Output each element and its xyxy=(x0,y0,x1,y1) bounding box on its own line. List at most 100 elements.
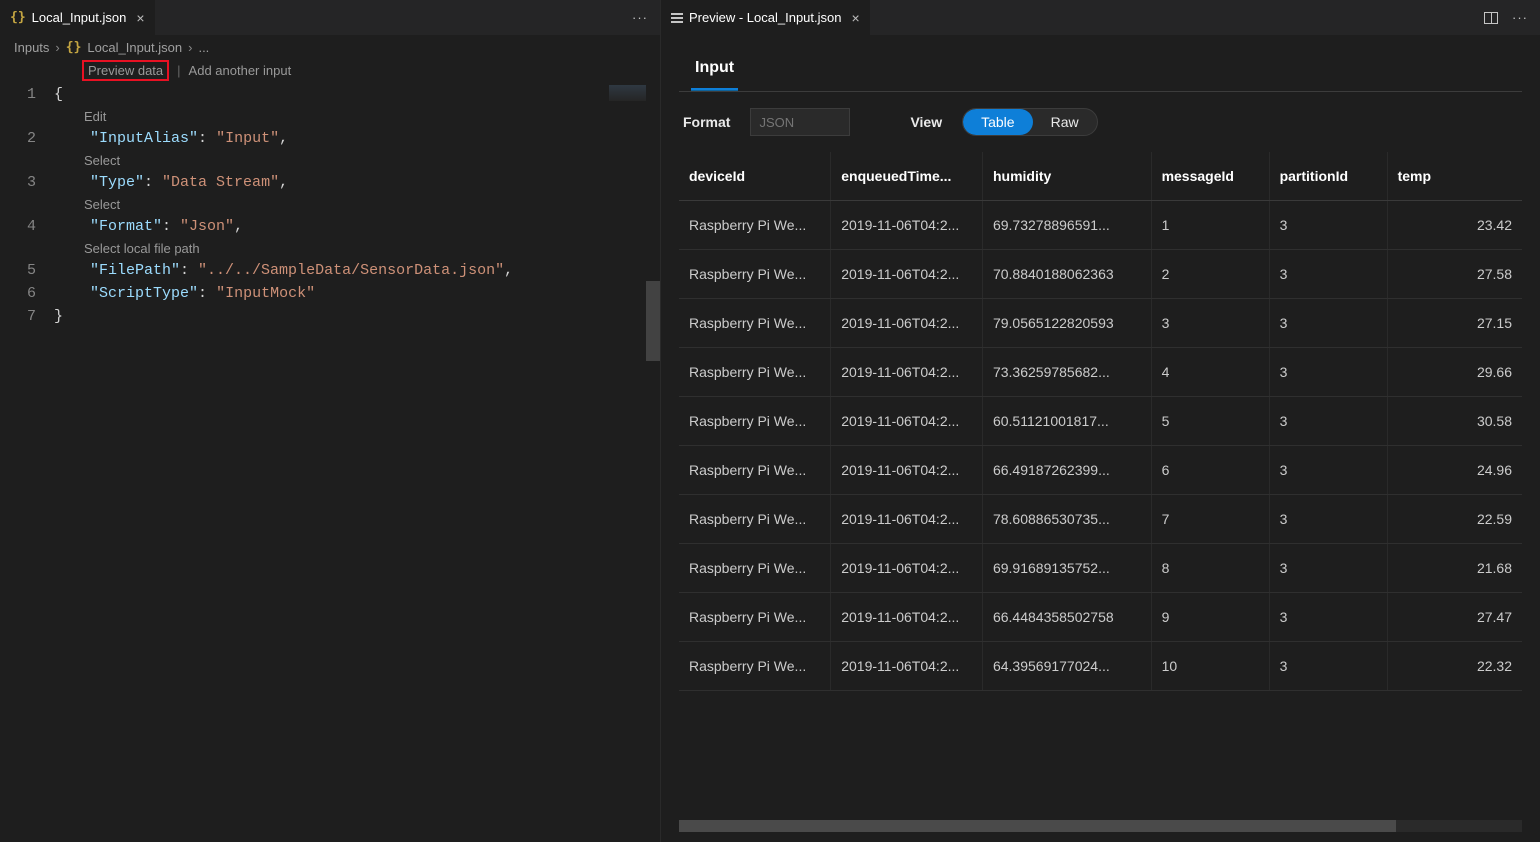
codelens-separator: | xyxy=(177,63,180,78)
inlay-hint: Select xyxy=(54,194,660,215)
codelens-preview-data[interactable]: Preview data xyxy=(82,60,169,81)
cell-partitionid: 3 xyxy=(1269,495,1387,544)
code-body[interactable]: { Edit "InputAlias": "Input", Select "Ty… xyxy=(54,81,660,842)
breadcrumb-seg[interactable]: Local_Input.json xyxy=(87,40,182,55)
editor-tabbar-actions: ··· xyxy=(620,0,660,35)
col-messageid[interactable]: messageId xyxy=(1151,152,1269,201)
cell-partitionid: 3 xyxy=(1269,397,1387,446)
close-icon[interactable]: × xyxy=(136,10,144,26)
cell-messageid: 4 xyxy=(1151,348,1269,397)
table-row[interactable]: Raspberry Pi We...2019-11-06T04:2...64.3… xyxy=(679,642,1522,691)
preview-tabbar-actions: ··· xyxy=(1472,0,1540,35)
cell-deviceid: Raspberry Pi We... xyxy=(679,397,831,446)
cell-deviceid: Raspberry Pi We... xyxy=(679,446,831,495)
cell-temp: 27.47 xyxy=(1387,593,1522,642)
overview-ruler[interactable] xyxy=(646,81,660,842)
col-enqueuedtime[interactable]: enqueuedTime... xyxy=(831,152,983,201)
cell-messageid: 3 xyxy=(1151,299,1269,348)
breadcrumb-seg[interactable]: Inputs xyxy=(14,40,49,55)
scrollbar-thumb[interactable] xyxy=(679,820,1396,832)
table-row[interactable]: Raspberry Pi We...2019-11-06T04:2...60.5… xyxy=(679,397,1522,446)
cell-temp: 24.96 xyxy=(1387,446,1522,495)
table-row[interactable]: Raspberry Pi We...2019-11-06T04:2...69.9… xyxy=(679,544,1522,593)
cell-enqueuedtime: 2019-11-06T04:2... xyxy=(831,642,983,691)
cell-humidity: 79.0565122820593 xyxy=(982,299,1151,348)
breadcrumb[interactable]: Inputs › {} Local_Input.json › ... xyxy=(0,35,660,59)
cell-humidity: 69.73278896591... xyxy=(982,201,1151,250)
cell-deviceid: Raspberry Pi We... xyxy=(679,593,831,642)
preview-pane: Preview - Local_Input.json × ··· Input F… xyxy=(660,0,1540,842)
cell-deviceid: Raspberry Pi We... xyxy=(679,495,831,544)
tab-input[interactable]: Input xyxy=(691,51,738,91)
breadcrumb-seg[interactable]: ... xyxy=(198,40,209,55)
cell-messageid: 10 xyxy=(1151,642,1269,691)
code-editor[interactable]: 1 2 3 4 5 6 7 { Edit "InputAlias": "Inpu… xyxy=(0,81,660,842)
col-humidity[interactable]: humidity xyxy=(982,152,1151,201)
cell-enqueuedtime: 2019-11-06T04:2... xyxy=(831,544,983,593)
cell-partitionid: 3 xyxy=(1269,201,1387,250)
view-raw-button[interactable]: Raw xyxy=(1033,109,1097,135)
cell-humidity: 64.39569177024... xyxy=(982,642,1151,691)
cell-messageid: 7 xyxy=(1151,495,1269,544)
cell-deviceid: Raspberry Pi We... xyxy=(679,544,831,593)
horizontal-scrollbar[interactable] xyxy=(679,820,1522,832)
cell-temp: 21.68 xyxy=(1387,544,1522,593)
format-input[interactable] xyxy=(750,108,850,136)
json-file-icon: {} xyxy=(66,40,82,55)
table-row[interactable]: Raspberry Pi We...2019-11-06T04:2...73.3… xyxy=(679,348,1522,397)
cell-enqueuedtime: 2019-11-06T04:2... xyxy=(831,397,983,446)
tab-local-input-json[interactable]: {} Local_Input.json × xyxy=(0,0,156,35)
preview-inner-tabs: Input xyxy=(679,51,1522,92)
split-editor-icon[interactable] xyxy=(1484,12,1498,24)
cell-deviceid: Raspberry Pi We... xyxy=(679,642,831,691)
close-icon[interactable]: × xyxy=(851,10,859,26)
col-temp[interactable]: temp xyxy=(1387,152,1522,201)
cell-partitionid: 3 xyxy=(1269,642,1387,691)
cell-enqueuedtime: 2019-11-06T04:2... xyxy=(831,593,983,642)
more-actions-icon[interactable]: ··· xyxy=(632,10,648,25)
table-row[interactable]: Raspberry Pi We...2019-11-06T04:2...70.8… xyxy=(679,250,1522,299)
cell-enqueuedtime: 2019-11-06T04:2... xyxy=(831,446,983,495)
codelens-row: Preview data | Add another input xyxy=(0,59,660,81)
scrollbar-thumb[interactable] xyxy=(646,281,660,361)
cell-temp: 22.59 xyxy=(1387,495,1522,544)
cell-temp: 30.58 xyxy=(1387,397,1522,446)
inlay-hint: Select local file path xyxy=(54,238,660,259)
tab-preview[interactable]: Preview - Local_Input.json × xyxy=(661,0,871,35)
format-label: Format xyxy=(683,114,730,130)
cell-humidity: 60.51121001817... xyxy=(982,397,1151,446)
table-header-row: deviceId enqueuedTime... humidity messag… xyxy=(679,152,1522,201)
codelens-add-another-input[interactable]: Add another input xyxy=(189,63,292,78)
tab-label: Preview - Local_Input.json xyxy=(689,10,841,25)
cell-partitionid: 3 xyxy=(1269,348,1387,397)
col-partitionid[interactable]: partitionId xyxy=(1269,152,1387,201)
more-actions-icon[interactable]: ··· xyxy=(1512,10,1528,25)
data-table: deviceId enqueuedTime... humidity messag… xyxy=(679,152,1522,691)
cell-humidity: 70.8840188062363 xyxy=(982,250,1151,299)
chevron-right-icon: › xyxy=(188,40,192,55)
data-table-wrap[interactable]: deviceId enqueuedTime... humidity messag… xyxy=(679,152,1522,816)
view-table-button[interactable]: Table xyxy=(963,109,1032,135)
cell-enqueuedtime: 2019-11-06T04:2... xyxy=(831,250,983,299)
table-row[interactable]: Raspberry Pi We...2019-11-06T04:2...78.6… xyxy=(679,495,1522,544)
cell-partitionid: 3 xyxy=(1269,544,1387,593)
cell-humidity: 73.36259785682... xyxy=(982,348,1151,397)
view-label: View xyxy=(910,114,942,130)
json-file-icon: {} xyxy=(10,10,26,25)
table-row[interactable]: Raspberry Pi We...2019-11-06T04:2...66.4… xyxy=(679,446,1522,495)
inlay-hint: Edit xyxy=(54,106,660,127)
editor-pane: {} Local_Input.json × ··· Inputs › {} Lo… xyxy=(0,0,660,842)
table-row[interactable]: Raspberry Pi We...2019-11-06T04:2...66.4… xyxy=(679,593,1522,642)
cell-messageid: 1 xyxy=(1151,201,1269,250)
cell-humidity: 66.4484358502758 xyxy=(982,593,1151,642)
line-gutter: 1 2 3 4 5 6 7 xyxy=(0,81,54,842)
cell-deviceid: Raspberry Pi We... xyxy=(679,348,831,397)
editor-tabbar: {} Local_Input.json × ··· xyxy=(0,0,660,35)
col-deviceid[interactable]: deviceId xyxy=(679,152,831,201)
table-row[interactable]: Raspberry Pi We...2019-11-06T04:2...69.7… xyxy=(679,201,1522,250)
tab-label: Local_Input.json xyxy=(32,10,127,25)
cell-temp: 22.32 xyxy=(1387,642,1522,691)
inlay-hint: Select xyxy=(54,150,660,171)
table-row[interactable]: Raspberry Pi We...2019-11-06T04:2...79.0… xyxy=(679,299,1522,348)
preview-controls: Format View Table Raw xyxy=(679,92,1522,152)
